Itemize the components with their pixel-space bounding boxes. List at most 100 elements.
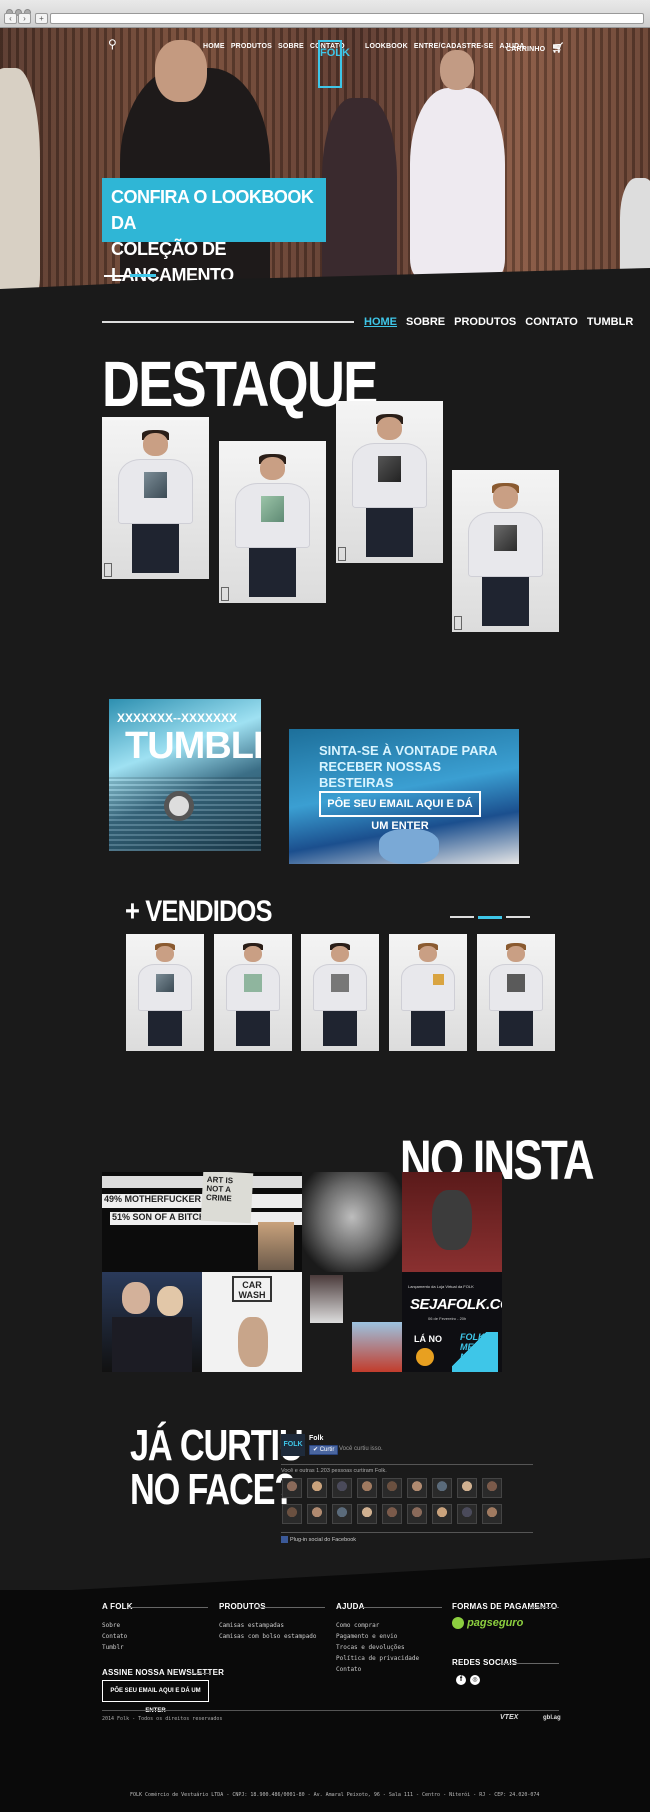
destaque-product-4[interactable]	[452, 470, 559, 632]
vendidos-product-5[interactable]	[477, 934, 555, 1051]
instagram-social-icon[interactable]: ◎	[470, 1675, 480, 1685]
fb-fan-avatar[interactable]	[457, 1478, 477, 1498]
destaque-product-3[interactable]	[336, 401, 443, 563]
fb-fan-avatar[interactable]	[307, 1478, 327, 1498]
section-nav-divider	[102, 321, 354, 323]
newsletter-line1: SINTA-SE À VONTADE PARA	[319, 743, 498, 758]
section-nav-produtos[interactable]: PRODUTOS	[454, 316, 516, 328]
vendidos-product-2[interactable]	[214, 934, 292, 1051]
fb-fan-avatar[interactable]	[332, 1504, 352, 1524]
fb-fan-avatar[interactable]	[482, 1504, 502, 1524]
insta-photo-friends[interactable]	[102, 1272, 202, 1372]
footer-link-sobre[interactable]: Sobre	[102, 1622, 120, 1629]
fb-fan-avatar[interactable]	[382, 1478, 402, 1498]
section-nav-tumblr[interactable]: TUMBLR	[587, 316, 633, 328]
tumblr-banner[interactable]: XXXXXXX--XXXXXXX TUMBLR	[109, 699, 261, 851]
footer-link-contato[interactable]: Contato	[102, 1633, 127, 1640]
section-nav-contato[interactable]: CONTATO	[525, 316, 578, 328]
insta-promo-folk: FOLK-ME NOW!	[452, 1332, 498, 1372]
fb-like-button[interactable]: ✔ Curtir	[309, 1445, 339, 1455]
fb-page-name[interactable]: Folk	[309, 1435, 323, 1442]
insta-photo-carwash[interactable]: CAR WASH	[202, 1272, 302, 1372]
insta-photo-portrait[interactable]	[302, 1172, 402, 1272]
destaque-product-2[interactable]	[219, 441, 326, 603]
vendidos-product-1[interactable]	[126, 934, 204, 1051]
address-bar[interactable]	[50, 13, 644, 24]
footer-link-camisas[interactable]: Camisas estampadas	[219, 1622, 284, 1629]
hero-slider-active[interactable]	[130, 274, 156, 277]
tumblr-small-text: XXXXXXX--XXXXXXX	[117, 711, 238, 725]
insta-photo-promo[interactable]: Lançamento da Loja Virtual da FOLK SEJAF…	[402, 1272, 502, 1372]
fb-plugin-label: Plug-in social do Facebook	[281, 1536, 356, 1543]
vendidos-page-3[interactable]	[506, 916, 530, 918]
footer-link-privacidade[interactable]: Política de privacidade	[336, 1655, 419, 1662]
insta-carwash-sign: CAR WASH	[232, 1276, 272, 1302]
facebook-social-icon[interactable]: f	[456, 1675, 466, 1685]
face-title-line2: NO FACE?	[130, 1465, 295, 1514]
insta-promo-date: 06 de Fevereiro - 20h	[428, 1316, 467, 1321]
newsletter-email-input[interactable]: PÔE SEU EMAIL AQUI E DÁ UM ENTER	[319, 791, 481, 832]
footer-link-bolso[interactable]: Camisas com bolso estampado	[219, 1633, 317, 1640]
fb-fan-avatar[interactable]	[357, 1504, 377, 1524]
cart-link[interactable]: CARRINHO 🛒︎	[506, 43, 570, 54]
fb-fan-avatar[interactable]	[432, 1478, 452, 1498]
fb-you-like: Você curtiu isso.	[339, 1446, 383, 1452]
footer: A FOLK Sobre Contato Tumblr ASSINE NOSSA…	[0, 1590, 650, 1812]
forward-icon[interactable]: ›	[18, 13, 31, 24]
fb-fan-avatar[interactable]	[357, 1478, 377, 1498]
fb-fan-avatar[interactable]	[407, 1478, 427, 1498]
vtex-logo[interactable]: VTEX	[500, 1714, 518, 1721]
insta-photo-small-3[interactable]	[352, 1322, 402, 1372]
face-title-line1: JÁ CURTIU	[130, 1421, 304, 1470]
hero-person-girl	[322, 98, 397, 290]
fb-fan-avatar[interactable]	[457, 1504, 477, 1524]
hero-person-right	[410, 88, 505, 278]
fb-fan-avatar[interactable]	[282, 1478, 302, 1498]
fb-fan-avatar[interactable]	[307, 1504, 327, 1524]
top-nav-home[interactable]: HOME	[203, 43, 225, 50]
footer-link-tumblr[interactable]: Tumblr	[102, 1644, 124, 1651]
hero-banner[interactable]: ⚲ HOME PRODUTOS SOBRE CONTATO FOLK LOOKBOOK…	[0, 28, 650, 290]
hero-person-left	[0, 68, 40, 290]
top-nav-login[interactable]: ENTRE/CADASTRE-SE	[414, 43, 494, 50]
footer-newsletter-button[interactable]: PÔE SEU EMAIL AQUI E DÁ UM ENTER	[102, 1680, 209, 1714]
fb-fan-avatar[interactable]	[282, 1504, 302, 1524]
fb-like-count: Você e outras 1.203 pessoas curtiram Fol…	[281, 1468, 387, 1474]
insta-promo-la: LÁ NO	[414, 1334, 442, 1344]
footer-link-pagamento[interactable]: Pagamento e envio	[336, 1633, 397, 1640]
vendidos-product-4[interactable]	[389, 934, 467, 1051]
agency-logo[interactable]: gbl.ag	[543, 1715, 561, 1721]
insta-photo-baby[interactable]	[402, 1172, 502, 1272]
fb-fan-avatar[interactable]	[432, 1504, 452, 1524]
footer-link-contato-ajuda[interactable]: Contato	[336, 1666, 361, 1673]
vendidos-page-2[interactable]	[478, 916, 502, 919]
footer-link-trocas[interactable]: Trocas e devoluções	[336, 1644, 405, 1651]
facebook-icon	[281, 1536, 288, 1543]
top-nav-produtos[interactable]: PRODUTOS	[231, 43, 272, 50]
fb-fan-avatar[interactable]	[407, 1504, 427, 1524]
top-nav-sobre[interactable]: SOBRE	[278, 43, 304, 50]
fb-page-avatar[interactable]: FOLK	[281, 1434, 305, 1456]
folk-logo[interactable]: FOLK	[318, 40, 350, 88]
section-nav-home[interactable]: HOME	[364, 316, 397, 328]
lookbook-line1: CONFIRA O LOOKBOOK DA	[111, 187, 314, 233]
top-nav-lookbook[interactable]: LOOKBOOK	[365, 43, 408, 50]
cart-label: CARRINHO	[506, 46, 546, 53]
destaque-product-1[interactable]	[102, 417, 209, 579]
vendidos-page-1[interactable]	[450, 916, 474, 918]
lookbook-cta[interactable]: CONFIRA O LOOKBOOK DA COLEÇÃO DE LANÇAME…	[102, 178, 326, 285]
insta-photo-small-1[interactable]	[258, 1222, 294, 1270]
footer-link-como-comprar[interactable]: Como comprar	[336, 1622, 379, 1629]
fb-fan-avatar[interactable]	[332, 1478, 352, 1498]
vendidos-product-3[interactable]	[301, 934, 379, 1051]
new-tab-icon[interactable]: +	[35, 13, 48, 24]
section-nav-sobre[interactable]: SOBRE	[406, 316, 445, 328]
fb-fan-avatar[interactable]	[382, 1504, 402, 1524]
footer-copyright: 2014 Folk - Todos os direitos reservados	[102, 1716, 223, 1722]
search-icon[interactable]: ⚲	[108, 37, 117, 51]
back-icon[interactable]: ‹	[4, 13, 17, 24]
insta-photo-small-2[interactable]	[310, 1275, 343, 1323]
fb-fan-avatar[interactable]	[482, 1478, 502, 1498]
insta-art-sign: ART IS NOT A CRIME	[200, 1172, 254, 1224]
insta-promo-small: Lançamento da Loja Virtual da FOLK	[408, 1284, 474, 1289]
